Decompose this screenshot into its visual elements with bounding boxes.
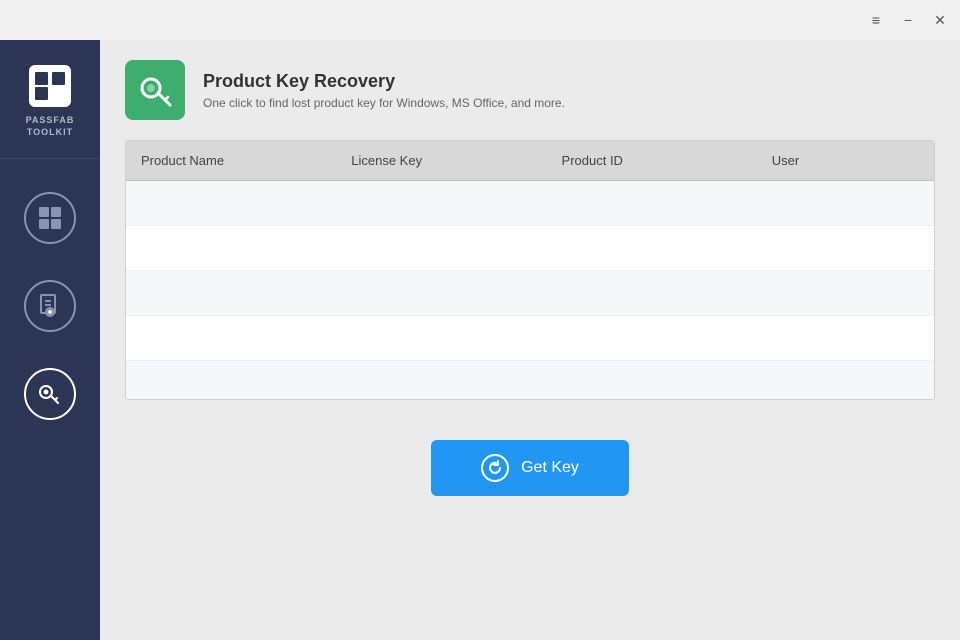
sidebar-item-product-key[interactable] — [0, 350, 100, 438]
button-area: Get Key — [125, 440, 935, 496]
table-row — [126, 316, 934, 361]
table-row — [126, 226, 934, 271]
cell-product-name — [141, 195, 351, 211]
content-area: Product Key Recovery One click to find l… — [100, 40, 960, 640]
cell-license-key — [351, 330, 561, 346]
cell-product-id — [562, 285, 772, 301]
minimize-button[interactable]: − — [898, 10, 918, 30]
header-text: Product Key Recovery One click to find l… — [203, 71, 565, 110]
cell-license-key — [351, 285, 561, 301]
get-key-label: Get Key — [521, 459, 579, 477]
cell-license-key — [351, 240, 561, 256]
cell-product-name — [141, 330, 351, 346]
cell-license-key — [351, 375, 561, 392]
cell-product-id — [562, 330, 772, 346]
col-product-id: Product ID — [562, 153, 772, 168]
cell-user — [772, 375, 919, 392]
app-body: PASSFAB TOOLKIT — [0, 40, 960, 640]
header-section: Product Key Recovery One click to find l… — [125, 60, 935, 120]
cell-product-id — [562, 375, 772, 392]
get-key-button[interactable]: Get Key — [431, 440, 629, 496]
refresh-icon — [481, 454, 509, 482]
sidebar-logo: PASSFAB TOOLKIT — [0, 50, 100, 159]
col-license-key: License Key — [351, 153, 561, 168]
cell-license-key — [351, 195, 561, 211]
cell-user — [772, 240, 919, 256]
cell-product-name — [141, 375, 351, 392]
cell-user — [772, 285, 919, 301]
table-header: Product Name License Key Product ID User — [126, 141, 934, 181]
table-row — [126, 361, 934, 400]
windows-icon-circle — [24, 192, 76, 244]
sidebar-item-file[interactable] — [0, 262, 100, 350]
cell-product-id — [562, 195, 772, 211]
file-icon-circle — [24, 280, 76, 332]
cell-user — [772, 330, 919, 346]
page-description: One click to find lost product key for W… — [203, 96, 565, 110]
results-table: Product Name License Key Product ID User — [125, 140, 935, 400]
product-key-icon-circle — [24, 368, 76, 420]
table-row — [126, 181, 934, 226]
col-product-name: Product Name — [141, 153, 351, 168]
table-body — [126, 181, 934, 400]
sidebar-item-windows[interactable] — [0, 174, 100, 262]
cell-product-id — [562, 240, 772, 256]
cell-user — [772, 195, 919, 211]
page-title: Product Key Recovery — [203, 71, 565, 92]
logo-icon — [29, 65, 71, 107]
cell-product-name — [141, 240, 351, 256]
title-bar: ≡ − ✕ — [0, 0, 960, 40]
close-button[interactable]: ✕ — [930, 10, 950, 30]
menu-button[interactable]: ≡ — [866, 10, 886, 30]
sidebar: PASSFAB TOOLKIT — [0, 40, 100, 640]
table-row — [126, 271, 934, 316]
app-icon — [125, 60, 185, 120]
col-user: User — [772, 153, 919, 168]
cell-product-name — [141, 285, 351, 301]
logo-text: PASSFAB TOOLKIT — [26, 115, 75, 138]
